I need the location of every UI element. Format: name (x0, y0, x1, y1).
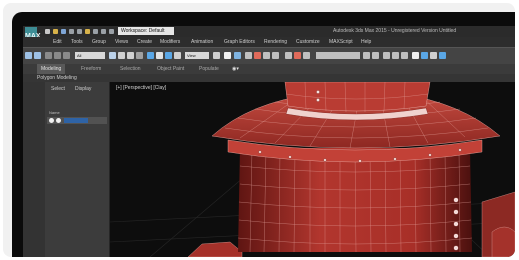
project-folder-icon[interactable] (85, 29, 90, 34)
tab-modeling[interactable]: Modeling (37, 64, 66, 74)
menu-bar: Edit Tools Group Views Create Modifiers … (23, 37, 515, 47)
scene-explorer: Select Display Name (45, 82, 111, 257)
schematic-view-icon[interactable] (401, 52, 408, 59)
percent-snap-icon[interactable] (263, 52, 270, 59)
keyboard-shortcut-icon[interactable] (234, 52, 241, 59)
toggle-layer-explorer-icon[interactable] (372, 52, 379, 59)
render-setup-icon[interactable] (421, 52, 428, 59)
angle-snap-icon[interactable] (254, 52, 261, 59)
select-and-move-icon[interactable] (147, 52, 154, 59)
spinner-snap-icon[interactable] (272, 52, 279, 59)
screenshot-card: Workspace: Default Autodesk 3ds Max 2015… (3, 3, 515, 257)
link-icon[interactable] (45, 52, 52, 59)
explorer-tab-display[interactable]: Display (75, 86, 91, 92)
new-file-icon[interactable] (45, 29, 50, 34)
right-bolt-part (481, 191, 515, 257)
menu-views[interactable]: Views (115, 37, 128, 47)
app-window: Workspace: Default Autodesk 3ds Max 2015… (23, 26, 515, 257)
curve-editor-icon[interactable] (392, 52, 399, 59)
perspective-viewport[interactable]: [+] [Perspective] [Clay] (110, 82, 515, 257)
undo-icon[interactable] (69, 29, 74, 34)
menu-rendering[interactable]: Rendering (264, 37, 287, 47)
unlink-icon[interactable] (54, 52, 61, 59)
menu-modifiers[interactable]: Modifiers (160, 37, 180, 47)
mirror-icon[interactable] (294, 52, 301, 59)
ribbon-tab-bar: Modeling Freeform Selection Object Paint… (23, 64, 515, 74)
menu-help[interactable]: Help (361, 37, 371, 47)
undo-icon[interactable] (25, 52, 32, 59)
freeze-icon[interactable] (56, 118, 61, 123)
lower-flange (187, 241, 243, 257)
rectangular-selection-icon[interactable] (127, 52, 134, 59)
rendered-frame-window-icon[interactable] (430, 52, 437, 59)
menu-graph-editors[interactable]: Graph Editors (224, 37, 255, 47)
select-object-icon[interactable] (109, 52, 116, 59)
bind-space-warp-icon[interactable] (63, 52, 70, 59)
snaps-toggle-icon[interactable] (245, 52, 252, 59)
explorer-tabs: Select Display (45, 86, 109, 94)
fetch-icon[interactable] (109, 29, 114, 34)
set-project-icon[interactable] (93, 29, 98, 34)
save-icon[interactable] (61, 29, 66, 34)
menu-edit[interactable]: Edit (53, 37, 62, 47)
model-render (110, 82, 515, 257)
object-name-field[interactable] (64, 118, 88, 123)
polygon-modeling-label[interactable]: Polygon Modeling (37, 74, 77, 82)
title-bar: Workspace: Default Autodesk 3ds Max 2015… (23, 26, 515, 37)
tab-object-paint[interactable]: Object Paint (157, 64, 184, 74)
menu-customize[interactable]: Customize (296, 37, 320, 47)
menu-animation[interactable]: Animation (191, 37, 213, 47)
select-by-name-icon[interactable] (118, 52, 125, 59)
menu-group[interactable]: Group (92, 37, 106, 47)
toggle-ribbon-icon[interactable] (383, 52, 390, 59)
name-column-header[interactable]: Name (49, 110, 60, 115)
redo-icon[interactable] (34, 52, 41, 59)
tab-freeform[interactable]: Freeform (81, 64, 101, 74)
align-icon[interactable] (303, 52, 310, 59)
render-production-icon[interactable] (439, 52, 446, 59)
window-crossing-icon[interactable] (136, 52, 143, 59)
select-and-place-icon[interactable] (174, 52, 181, 59)
viewport-label[interactable]: [+] [Perspective] [Clay] (116, 85, 166, 91)
ribbon-panel-label: Polygon Modeling (23, 74, 515, 82)
ribbon-options-icon[interactable]: ◉▾ (232, 64, 239, 74)
select-manipulate-icon[interactable] (224, 52, 231, 59)
reference-coordinate-dropdown[interactable]: View (185, 52, 209, 59)
select-and-rotate-icon[interactable] (156, 52, 163, 59)
menu-tools[interactable]: Tools (71, 37, 83, 47)
toggle-scene-explorer-icon[interactable] (363, 52, 370, 59)
explorer-tab-select[interactable]: Select (51, 86, 65, 92)
tab-selection[interactable]: Selection (120, 64, 141, 74)
select-and-scale-icon[interactable] (165, 52, 172, 59)
pivot-center-icon[interactable] (213, 52, 220, 59)
edit-named-selection-icon[interactable] (285, 52, 292, 59)
hold-icon[interactable] (101, 29, 106, 34)
main-toolbar: All View (23, 47, 515, 65)
tank-neck (284, 82, 431, 121)
window-title: Autodesk 3ds Max 2015 - Unregistered Ver… (333, 28, 457, 34)
scene-object-row[interactable] (47, 117, 107, 124)
tank-body (237, 148, 473, 253)
visibility-icon[interactable] (49, 118, 54, 123)
redo-icon[interactable] (77, 29, 82, 34)
menu-maxscript[interactable]: MAXScript (329, 37, 353, 47)
explorer-toolbar-strip (23, 82, 46, 257)
selection-filter-dropdown[interactable]: All (75, 52, 105, 59)
tab-populate[interactable]: Populate (199, 64, 219, 74)
material-editor-icon[interactable] (412, 52, 419, 59)
open-folder-icon[interactable] (53, 29, 58, 34)
named-selection-set-dropdown[interactable] (316, 52, 360, 59)
menu-create[interactable]: Create (137, 37, 152, 47)
workspace-dropdown[interactable]: Workspace: Default (118, 27, 174, 35)
